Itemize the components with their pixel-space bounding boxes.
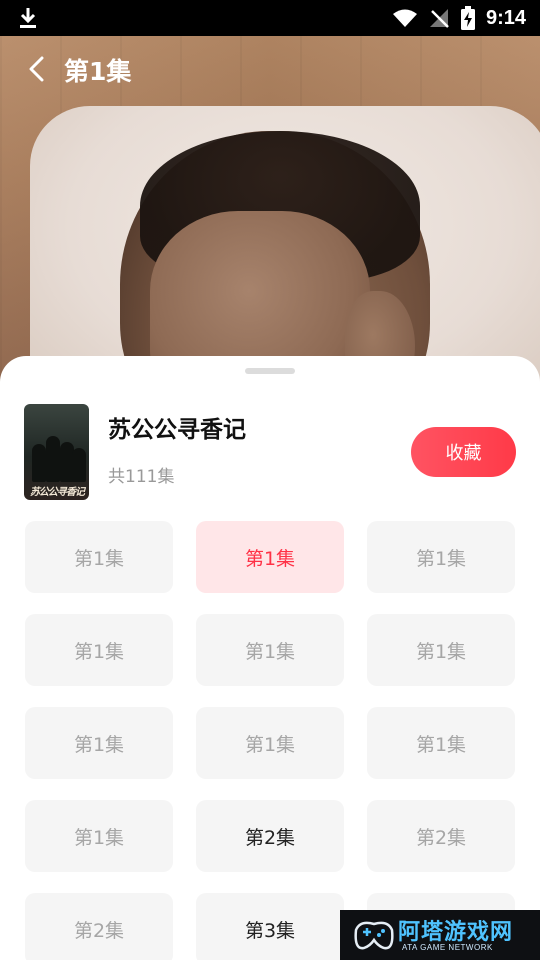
status-time: 9:14 xyxy=(485,6,526,29)
poster-figure xyxy=(46,436,60,482)
battery-charging-icon xyxy=(460,6,475,30)
episode-cell[interactable]: 第2集 xyxy=(196,800,344,872)
episode-cell[interactable]: 第1集 xyxy=(367,707,515,779)
episode-cell[interactable]: 第2集 xyxy=(25,893,173,960)
episode-cell[interactable]: 第1集 xyxy=(25,800,173,872)
episode-cell-active[interactable]: 第1集 xyxy=(196,521,344,593)
no-signal-icon xyxy=(429,9,449,28)
episode-cell[interactable]: 第2集 xyxy=(367,800,515,872)
episode-cell[interactable]: 第1集 xyxy=(196,614,344,686)
episode-cell[interactable]: 第1集 xyxy=(367,521,515,593)
download-icon xyxy=(20,8,36,28)
poster-figure xyxy=(72,448,86,482)
poster-logo: 苏公公寻香记 xyxy=(30,487,85,498)
episode-cell[interactable]: 第1集 xyxy=(25,707,173,779)
episode-count: 共111集 xyxy=(108,467,175,487)
watermark-subtitle: ATA GAME NETWORK xyxy=(402,943,493,952)
episode-cell[interactable]: 第1集 xyxy=(25,521,173,593)
gamepad-icon xyxy=(354,921,394,950)
status-icons: 9:14 xyxy=(392,0,526,36)
watermark-title: 阿塔游戏网 xyxy=(398,920,514,945)
drama-poster[interactable]: 苏公公寻香记 xyxy=(24,404,89,500)
sheet-drag-handle[interactable] xyxy=(245,368,295,374)
drama-title: 苏公公寻香记 xyxy=(108,417,246,443)
episode-cell[interactable]: 第1集 xyxy=(196,707,344,779)
episode-cell[interactable]: 第3集 xyxy=(196,893,344,960)
collect-button[interactable]: 收藏 xyxy=(411,427,516,477)
watermark: 阿塔游戏网 ATA GAME NETWORK xyxy=(340,910,540,960)
wifi-icon xyxy=(392,9,417,27)
episode-title: 第1集 xyxy=(64,57,132,86)
chevron-left-icon[interactable] xyxy=(26,56,48,82)
status-bar: 9:14 xyxy=(0,0,540,36)
app-root: 9:14 第1集 苏公公寻香记 苏公公寻香记 共111集 收藏 第1集 第1集 … xyxy=(0,0,540,960)
episode-grid: 第1集 第1集 第1集 第1集 第1集 第1集 第1集 第1集 第1集 第1集 … xyxy=(25,521,515,960)
top-bar: 第1集 xyxy=(0,36,540,102)
poster-figure xyxy=(32,444,46,482)
episode-cell[interactable]: 第1集 xyxy=(367,614,515,686)
episode-sheet: 苏公公寻香记 苏公公寻香记 共111集 收藏 第1集 第1集 第1集 第1集 第… xyxy=(0,356,540,960)
episode-cell[interactable]: 第1集 xyxy=(25,614,173,686)
